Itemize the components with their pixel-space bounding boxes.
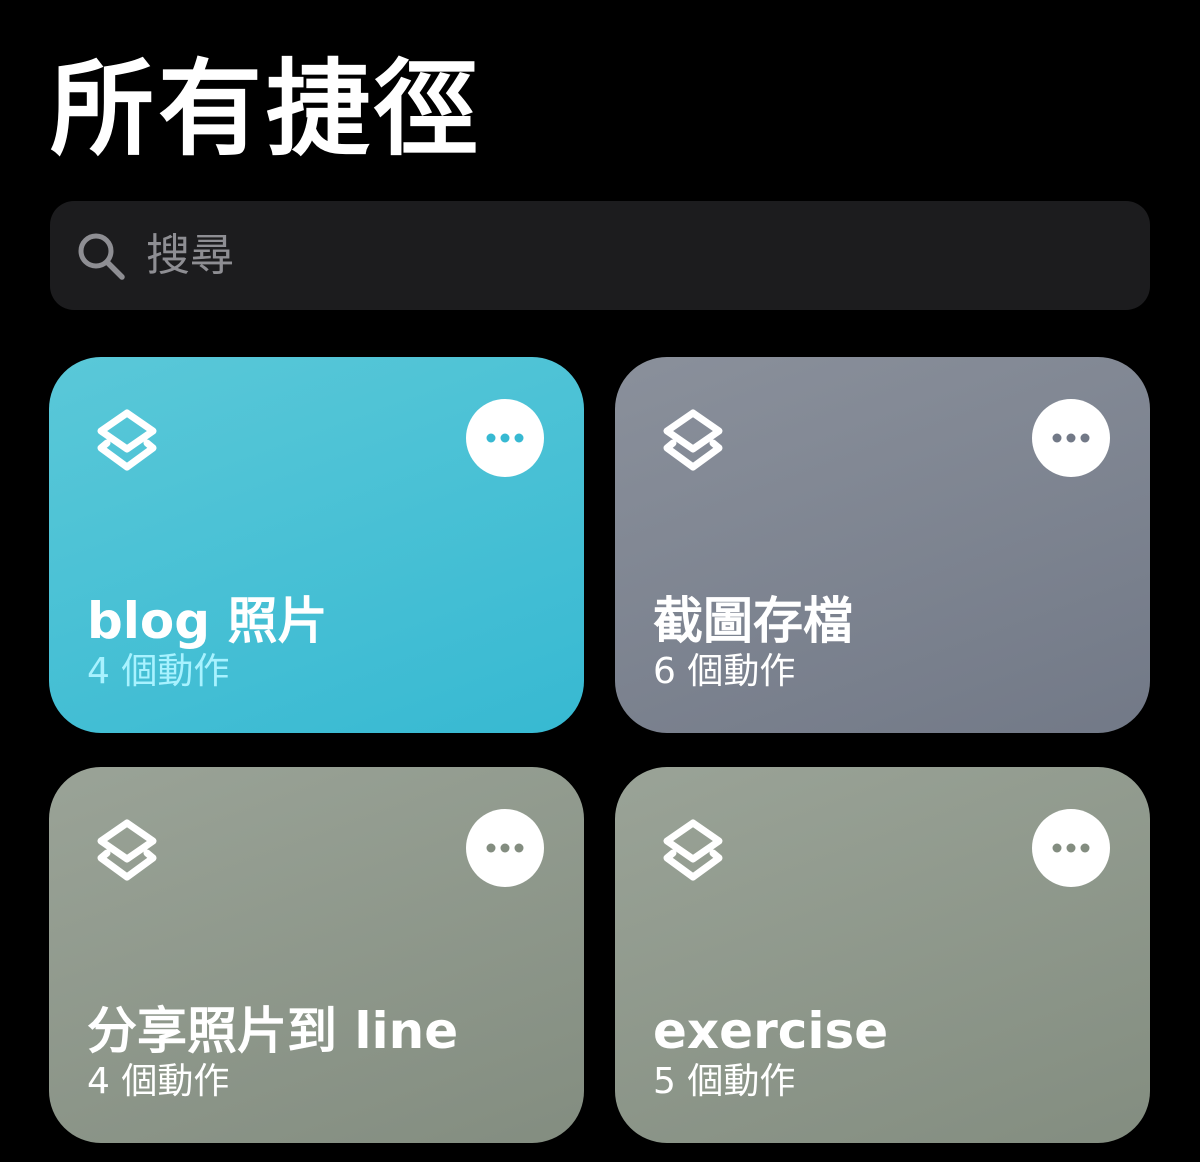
more-button[interactable] — [1032, 809, 1110, 887]
more-button[interactable] — [466, 399, 544, 477]
more-button[interactable] — [466, 809, 544, 887]
shortcut-card-screenshot-save[interactable]: 截圖存檔 6 個動作 — [615, 357, 1150, 733]
layers-icon — [97, 819, 157, 881]
action-count: 5 個動作 — [653, 1061, 796, 1102]
layers-icon — [663, 409, 723, 471]
search-icon — [78, 233, 125, 280]
ellipsis-icon — [1052, 843, 1090, 853]
action-count: 6 個動作 — [653, 651, 796, 692]
action-count: 4 個動作 — [87, 1061, 230, 1102]
shortcut-name: blog 照片 — [87, 592, 328, 650]
ellipsis-icon — [486, 843, 524, 853]
page-title: 所有捷徑 — [50, 48, 483, 170]
ellipsis-icon — [486, 433, 524, 443]
search-input[interactable] — [146, 215, 1046, 296]
search-bar[interactable] — [50, 201, 1150, 310]
layers-icon — [97, 409, 157, 471]
shortcut-name: 分享照片到 line — [87, 1002, 459, 1060]
shortcut-card-share-to-line[interactable]: 分享照片到 line 4 個動作 — [49, 767, 584, 1143]
action-count: 4 個動作 — [87, 651, 230, 692]
shortcut-name: exercise — [653, 1002, 889, 1060]
shortcut-card-blog-photos[interactable]: blog 照片 4 個動作 — [49, 357, 584, 733]
more-button[interactable] — [1032, 399, 1110, 477]
ellipsis-icon — [1052, 433, 1090, 443]
layers-icon — [663, 819, 723, 881]
shortcut-name: 截圖存檔 — [653, 592, 853, 650]
shortcut-card-exercise[interactable]: exercise 5 個動作 — [615, 767, 1150, 1143]
